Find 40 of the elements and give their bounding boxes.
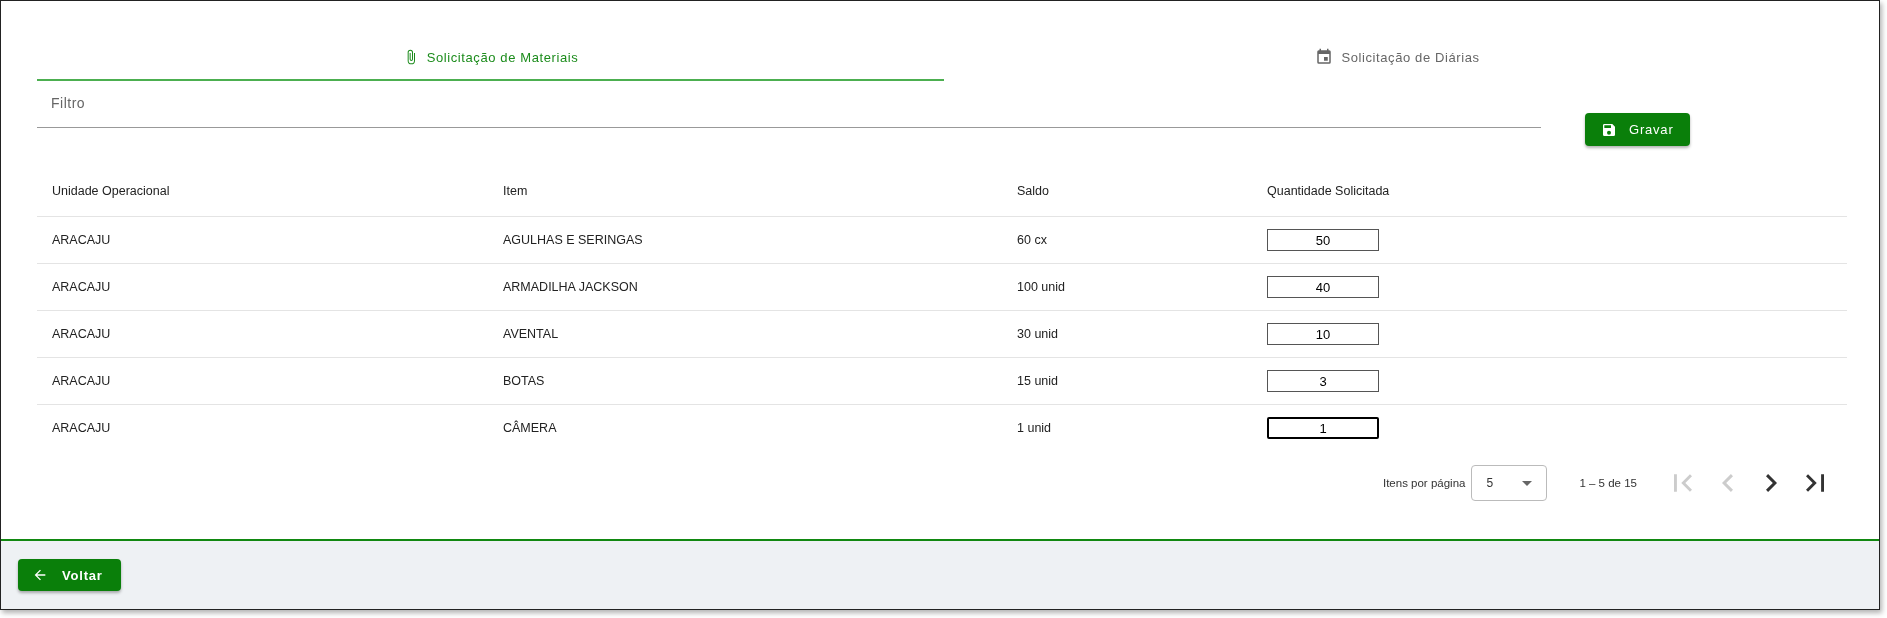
table-cell-text: AGULHAS E SERINGAS [502, 233, 643, 247]
page-size-select[interactable]: 5 [1471, 465, 1548, 501]
table-cell-text: 100 unid [1016, 280, 1065, 294]
calendar-icon [1315, 48, 1334, 66]
table-cell-text: 1 unid [1016, 421, 1052, 435]
quantity-field[interactable]: 10 [1267, 323, 1379, 345]
save-button[interactable]: Gravar [1585, 113, 1690, 146]
next-page-icon [1765, 474, 1777, 492]
column-header: Quantidade Solicitada [1266, 184, 1390, 198]
quantity-field[interactable]: 1 [1267, 417, 1379, 439]
filter-field[interactable]: Filtro [37, 81, 1541, 128]
table-cell-text: ARACAJU [51, 374, 111, 388]
table-cell-text: ARMADILHA JACKSON [502, 280, 638, 294]
back-button[interactable]: Voltar [18, 559, 121, 591]
first-page-icon [1674, 474, 1692, 492]
quantity-field[interactable]: 3 [1267, 370, 1379, 392]
arrow-left-icon [32, 567, 48, 583]
last-page-icon [1806, 474, 1824, 492]
column-header: Unidade Operacional [51, 184, 170, 198]
tab[interactable]: Solicitação de Materiais [37, 35, 944, 81]
table-cell-text: ARACAJU [51, 327, 111, 341]
previous-page-icon [1721, 474, 1733, 492]
caret-icon [1522, 480, 1533, 486]
column-header: Item [502, 184, 528, 198]
page-range: 1 – 5 de 15 [1579, 477, 1637, 489]
quantity-field[interactable]: 50 [1267, 229, 1379, 251]
table-cell-text: 60 cx [1016, 233, 1047, 247]
table-cell-text: CÂMERA [502, 421, 557, 435]
table-cell-text: ARACAJU [51, 233, 111, 247]
tab[interactable]: Solicitação de Diárias [944, 35, 1851, 81]
table-cell-text: AVENTAL [502, 327, 559, 341]
table-cell-text: ARACAJU [51, 280, 111, 294]
page-size-label: Itens por página [1382, 477, 1466, 489]
last-page-button[interactable] [1803, 471, 1827, 495]
column-header: Saldo [1016, 184, 1049, 198]
table-cell-text: 15 unid [1016, 374, 1058, 388]
quantity-field[interactable]: 40 [1267, 276, 1379, 298]
table-cell-text: 30 unid [1016, 327, 1058, 341]
table-cell-text: BOTAS [502, 374, 545, 388]
table-cell-text: ARACAJU [51, 421, 111, 435]
